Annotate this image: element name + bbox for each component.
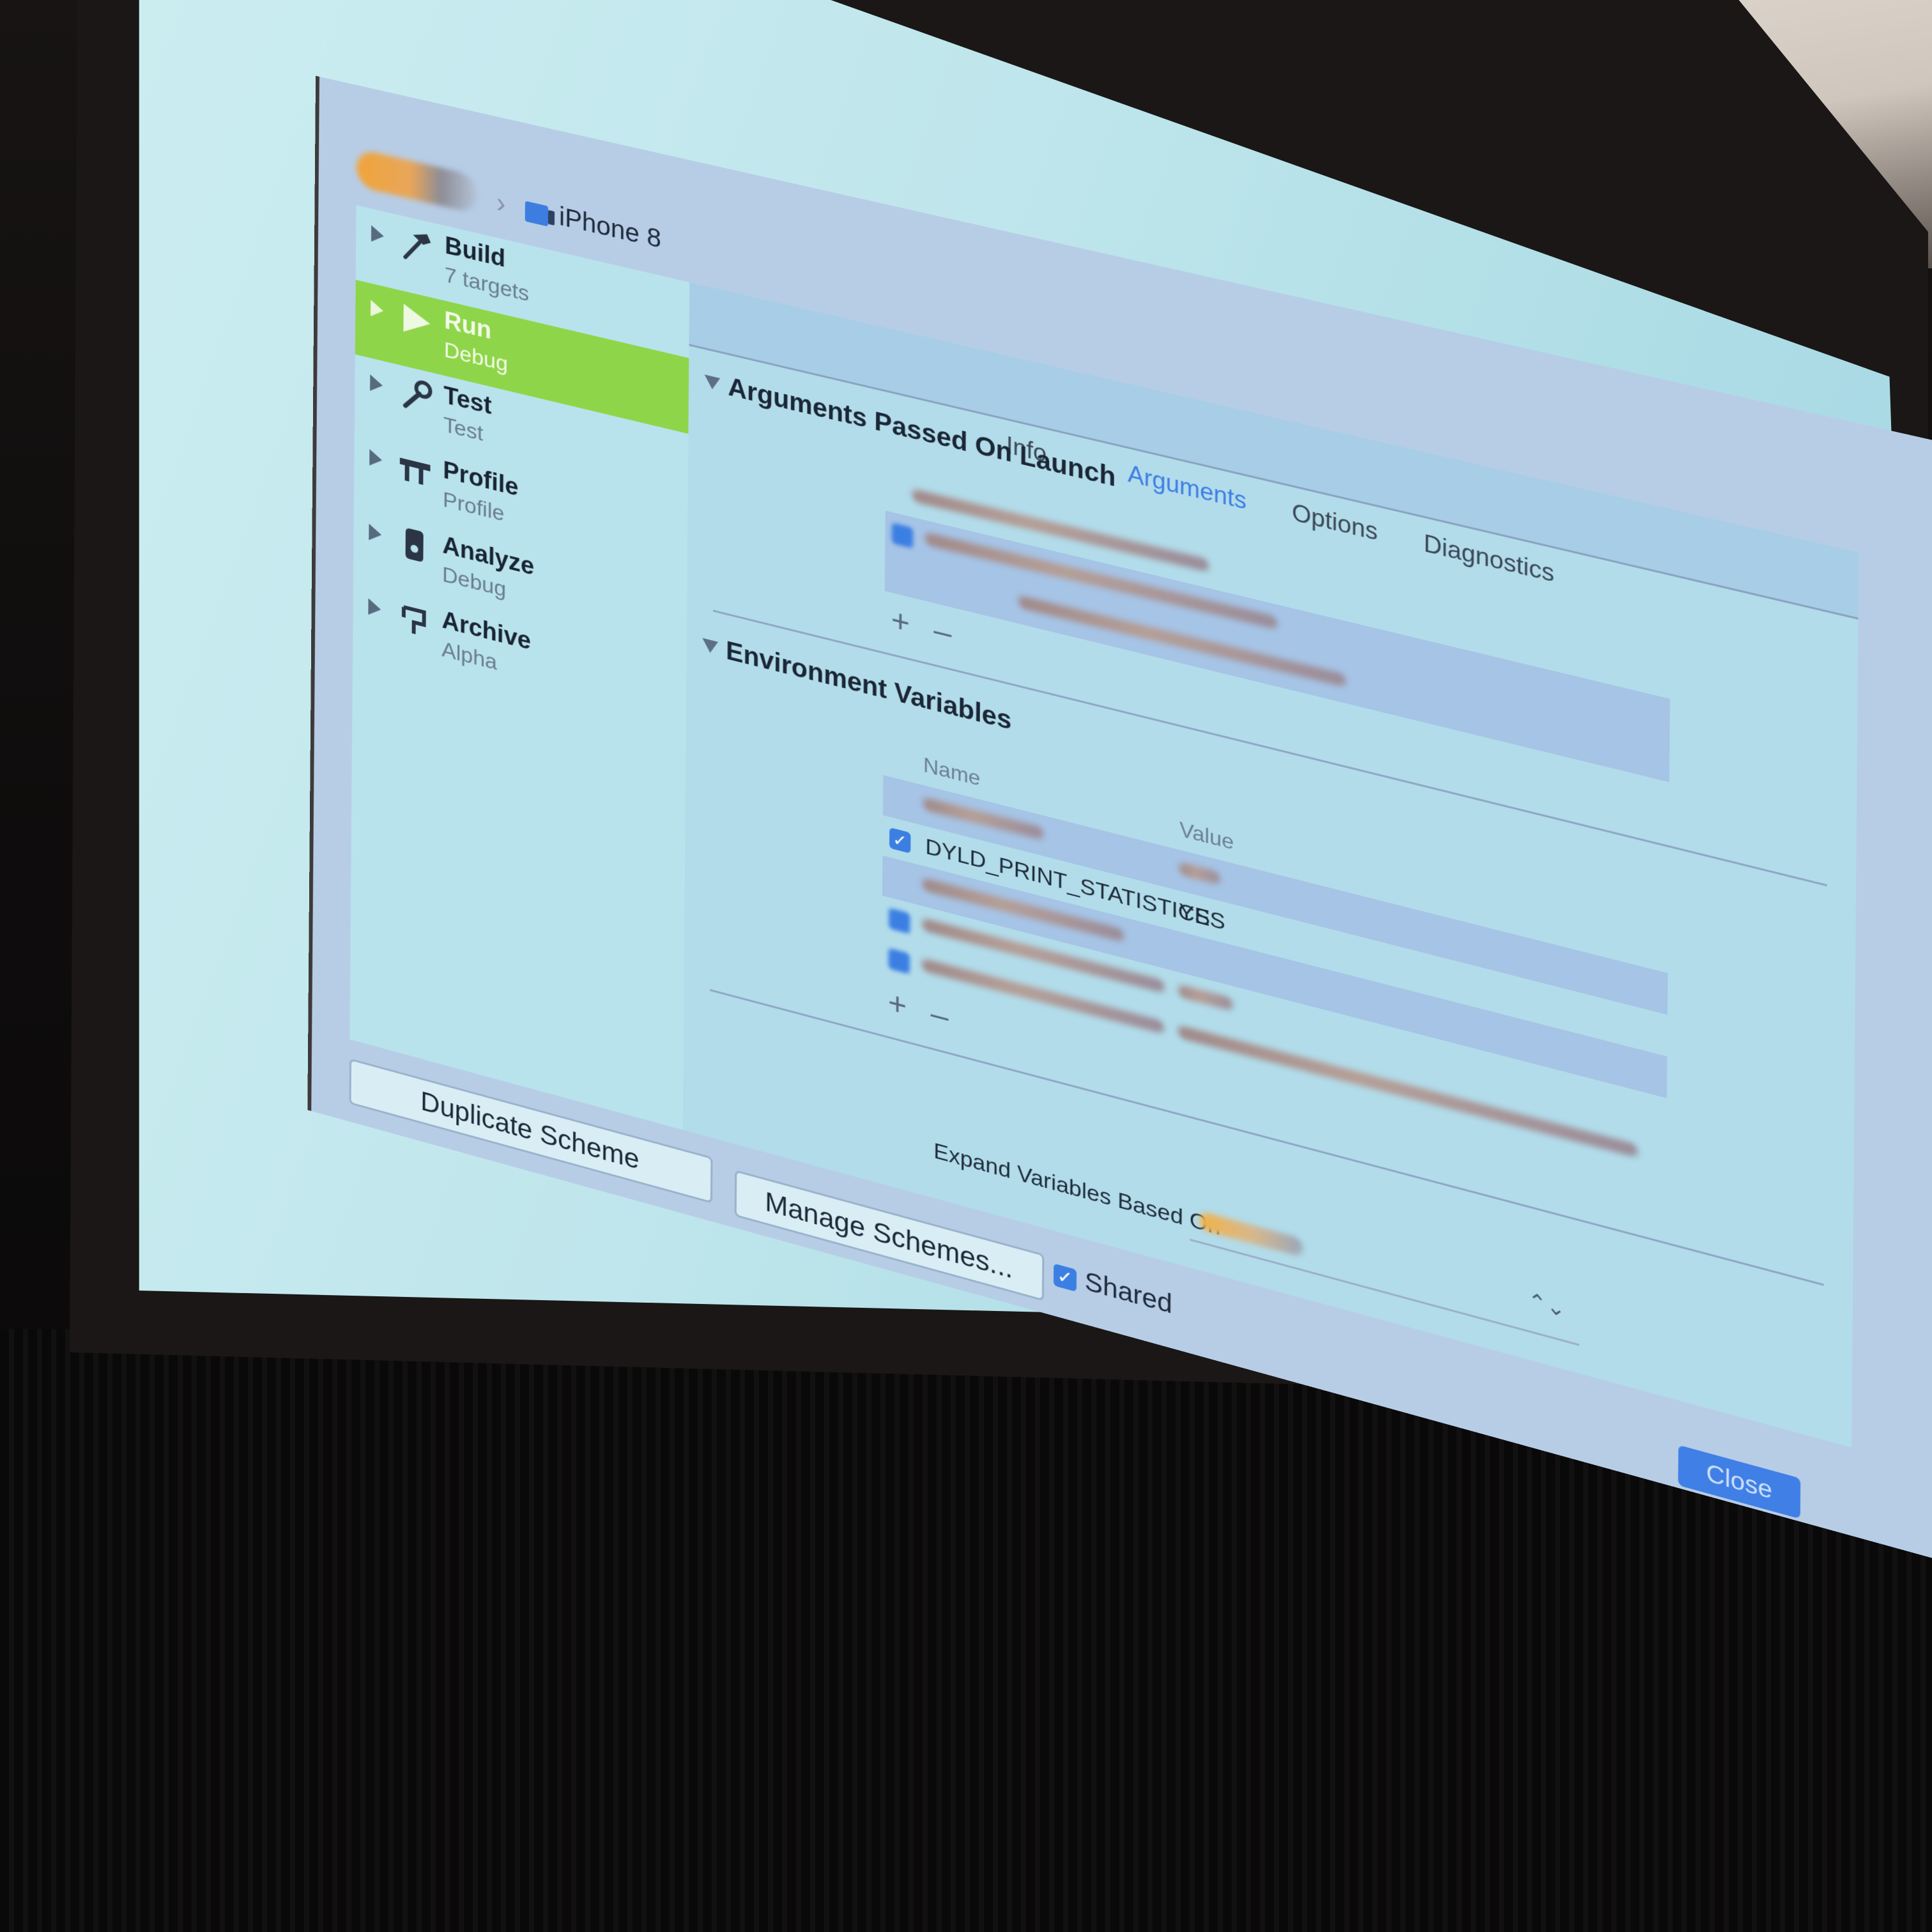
shared-label: Shared — [1084, 1266, 1173, 1320]
redacted-value — [1179, 861, 1220, 885]
sidebar-item-subtitle: Test — [443, 412, 484, 447]
disclosure-triangle-icon[interactable] — [369, 523, 382, 544]
column-header-value[interactable]: Value — [1179, 817, 1234, 855]
variable-checkbox[interactable]: ✓ — [889, 827, 911, 854]
expand-variables-label: Expand Variables Based On — [933, 1138, 1221, 1241]
gauge-icon — [399, 457, 431, 485]
scheme-name-redacted — [356, 148, 478, 214]
environment-disclosure-icon[interactable] — [702, 638, 718, 655]
tab-options[interactable]: Options — [1292, 498, 1378, 546]
destination-label: iPhone 8 — [558, 202, 662, 254]
variable-checkbox[interactable] — [888, 947, 910, 974]
room-background: › iPhone 8 Build 7 targets Run Debug Tes… — [0, 0, 1932, 1932]
disclosure-triangle-icon[interactable] — [371, 300, 384, 319]
device-icon — [525, 201, 549, 227]
column-header-name[interactable]: Name — [923, 753, 981, 791]
variable-value[interactable]: YES — [1179, 898, 1225, 936]
play-icon — [403, 303, 431, 338]
redacted-value — [1178, 983, 1233, 1011]
remove-argument-button[interactable]: – — [933, 613, 951, 652]
sidebar-item-subtitle: Debug — [443, 337, 509, 377]
disclosure-triangle-icon[interactable] — [369, 448, 383, 469]
variable-checkbox[interactable] — [888, 907, 910, 934]
disclosure-triangle-icon[interactable] — [370, 374, 383, 394]
argument-checkbox[interactable] — [891, 522, 914, 549]
add-argument-button[interactable]: + — [891, 602, 910, 641]
popup-arrows-icon: ⌃⌄ — [1527, 1287, 1566, 1322]
analyze-icon — [405, 527, 424, 563]
breadcrumb-separator-icon: › — [496, 187, 506, 220]
archive-icon — [395, 596, 433, 643]
redacted-target — [1199, 1211, 1303, 1257]
shared-checkbox[interactable]: ✓ — [1053, 1263, 1077, 1292]
scheme-action-list: Build 7 targets Run Debug Test Test Prof… — [349, 205, 693, 1131]
hammer-icon — [397, 231, 431, 269]
wrench-icon — [397, 372, 435, 419]
remove-variable-button[interactable]: – — [931, 996, 949, 1035]
expand-variables-popup[interactable]: ⌃⌄ — [1190, 1196, 1580, 1346]
disclosure-triangle-icon[interactable] — [371, 225, 384, 245]
disclosure-triangle-icon[interactable] — [368, 598, 381, 618]
add-variable-button[interactable]: + — [888, 985, 907, 1024]
environment-table: ✓ DYLD_PRINT_STATISTICS YES — [882, 775, 1668, 1181]
